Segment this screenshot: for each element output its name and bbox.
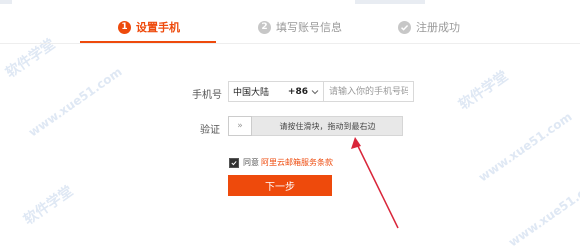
phone-input[interactable] [324, 82, 413, 101]
step-number-badge: 1 [118, 20, 131, 34]
watermark: 软件学堂 [456, 68, 512, 114]
agree-text: 同意 [243, 158, 259, 167]
watermark: www.xue51.com [25, 64, 125, 140]
checkmark-icon [231, 160, 237, 165]
slider-handle[interactable]: » [228, 116, 252, 136]
next-button[interactable]: 下一步 [228, 175, 332, 196]
agree-terms: 同意 阿里云邮箱服务条款 [229, 157, 333, 168]
phone-group: 中国大陆 +86 [228, 81, 414, 102]
registration-steps: 1 设置手机 2 填写账号信息 注册成功 [0, 0, 580, 44]
country-name: 中国大陆 [233, 88, 270, 98]
slider-captcha: » 请按住滑块，拖动到最右边 [228, 116, 403, 136]
step-label: 注册成功 [416, 21, 460, 34]
step-label: 填写账号信息 [276, 21, 342, 34]
country-code: +86 [287, 86, 308, 97]
slider-instruction: 请按住滑块，拖动到最右边 [279, 121, 376, 131]
phone-label: 手机号 [192, 90, 222, 101]
check-circle-icon [398, 20, 411, 34]
chevron-down-icon [311, 89, 319, 94]
verify-label: 验证 [200, 125, 220, 136]
watermark: www.xue51.com [505, 174, 580, 250]
double-chevron-right-icon: » [237, 121, 243, 131]
watermark: www.xue51.com [475, 109, 575, 185]
terms-link[interactable]: 阿里云邮箱服务条款 [261, 157, 333, 168]
step-number-badge: 2 [258, 20, 271, 34]
watermark: 软件学堂 [21, 183, 77, 229]
agree-checkbox[interactable] [229, 157, 239, 168]
step-set-phone: 1 设置手机 [118, 17, 180, 37]
step-register-success: 注册成功 [398, 17, 460, 37]
step-label: 设置手机 [136, 21, 180, 34]
step-account-info: 2 填写账号信息 [258, 17, 342, 37]
country-select[interactable]: 中国大陆 +86 [229, 82, 324, 101]
steps-divider [0, 43, 580, 44]
